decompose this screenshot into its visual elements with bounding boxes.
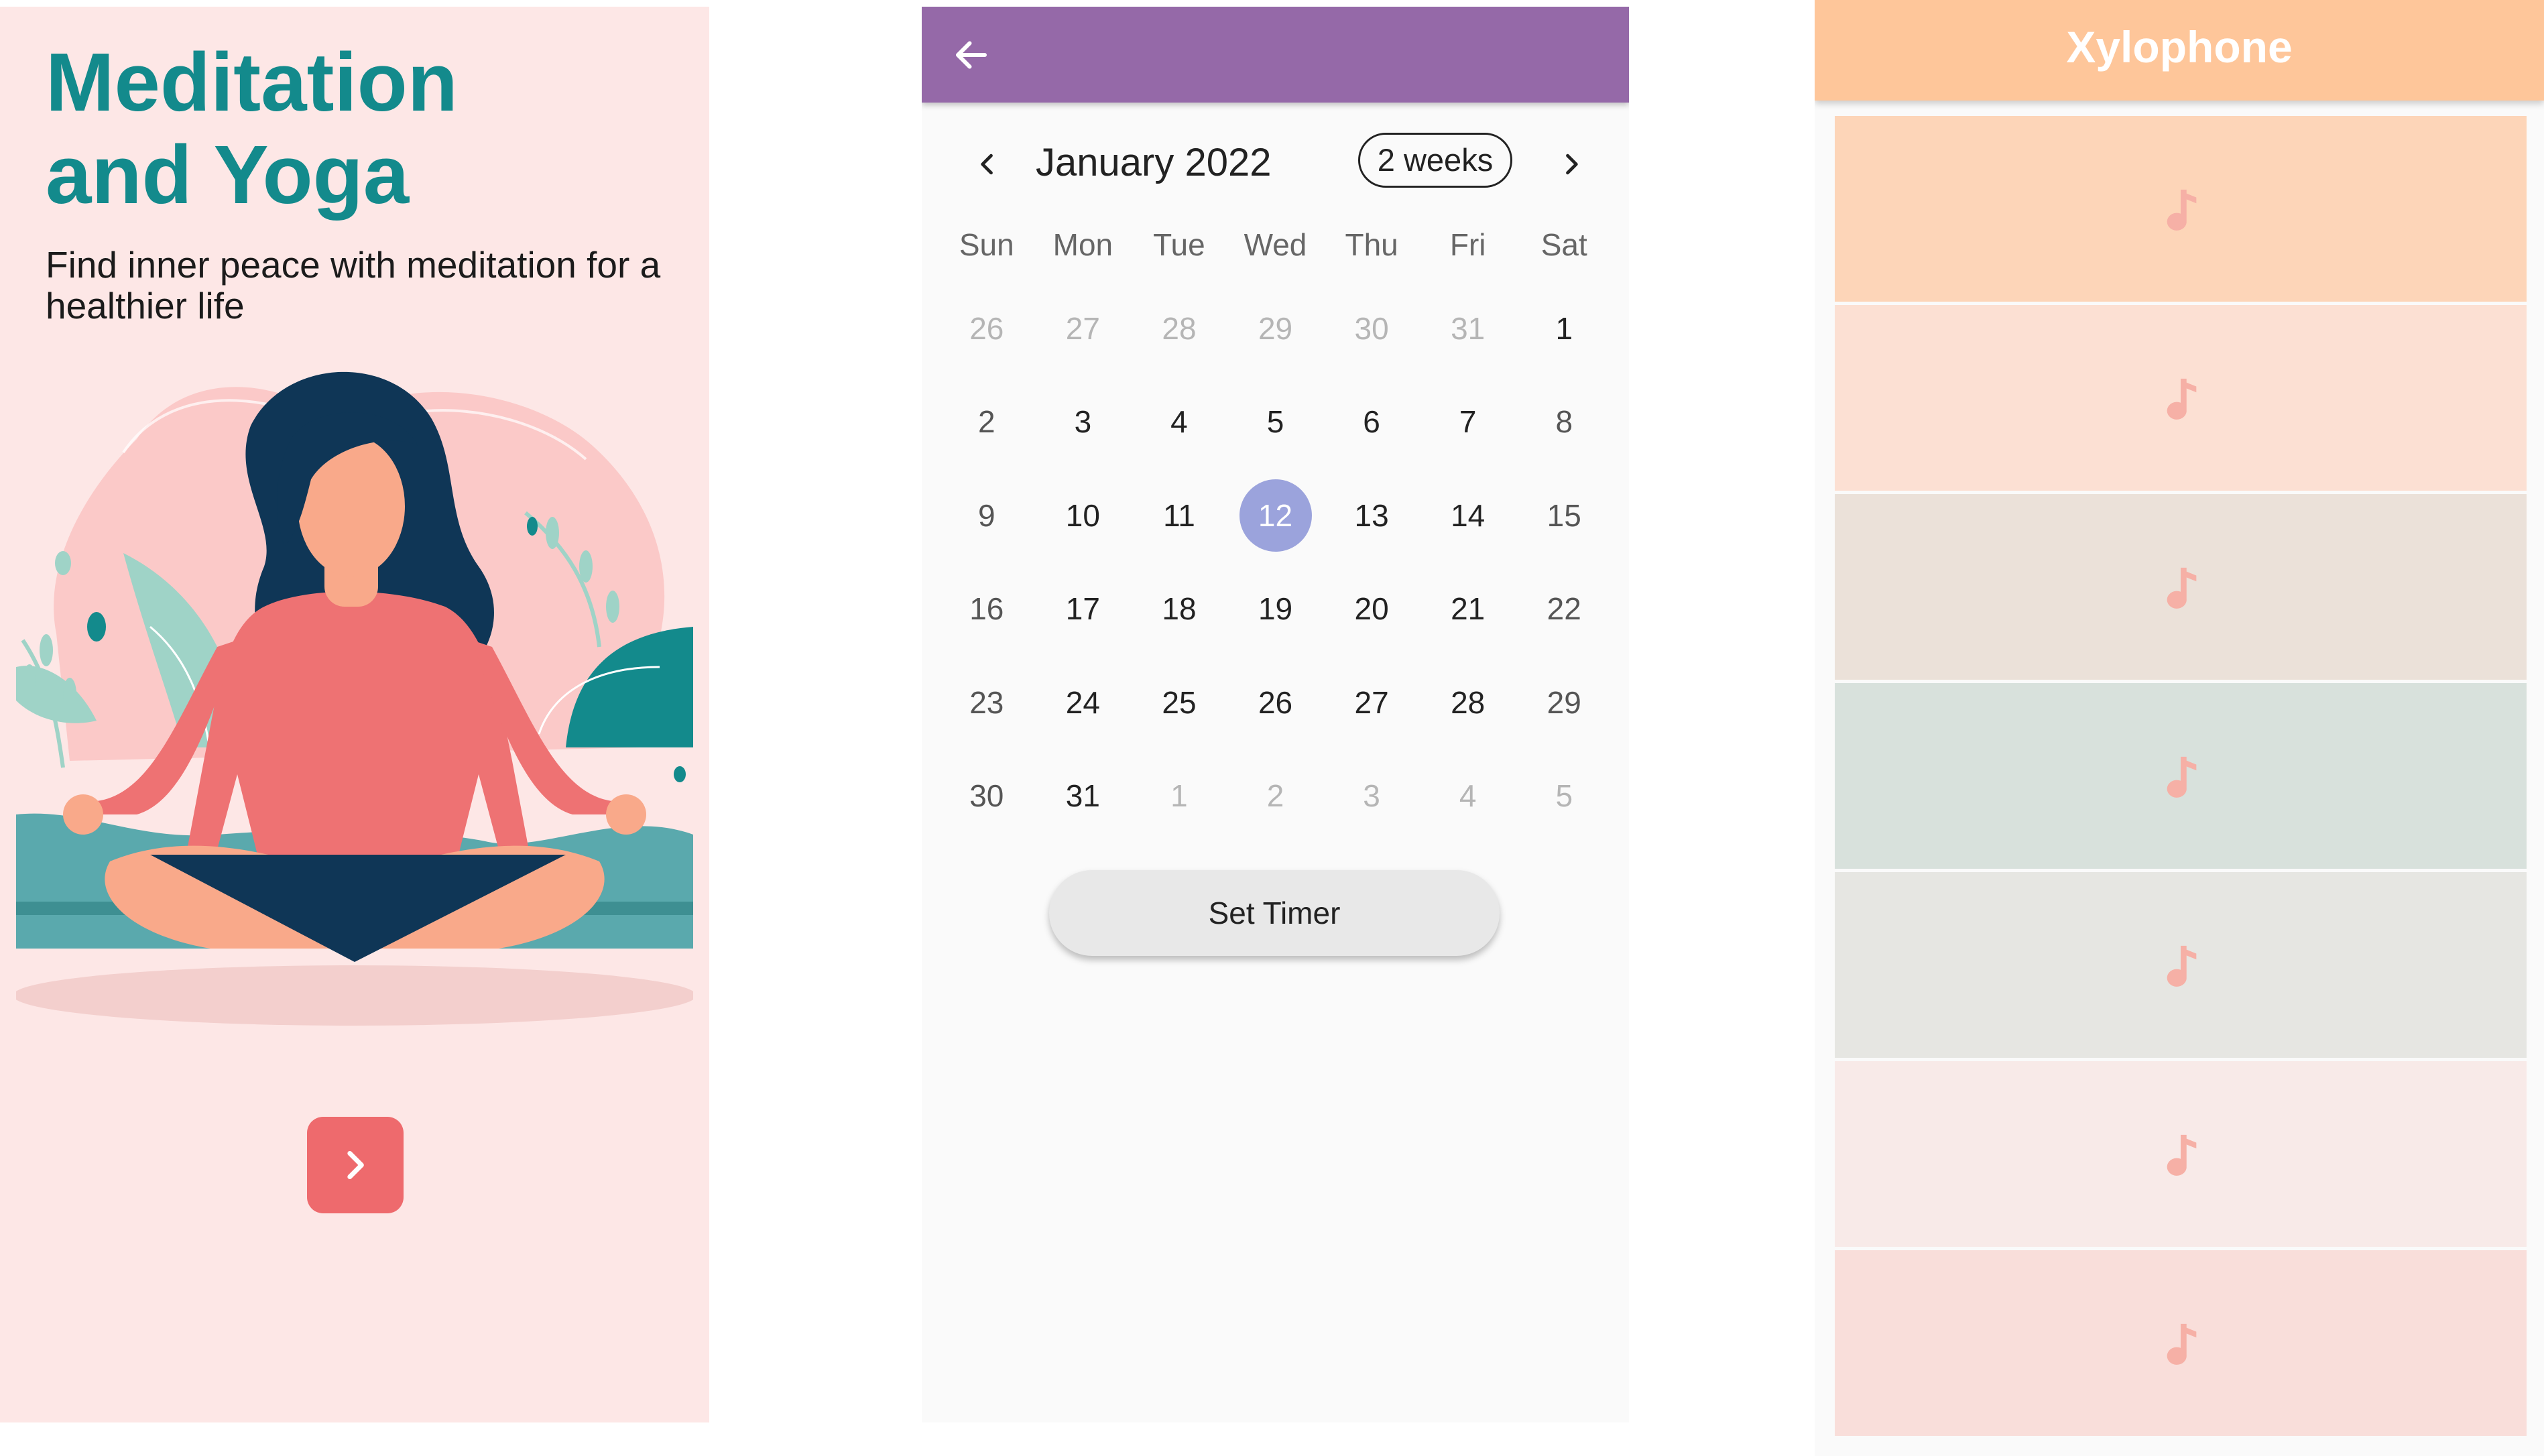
day-cell[interactable]: 28 [1131, 282, 1227, 375]
day-cell[interactable]: 3 [1323, 749, 1420, 843]
day-cell[interactable]: 7 [1420, 375, 1516, 469]
music-note-icon [2167, 1323, 2197, 1365]
day-cell[interactable]: 2 [938, 375, 1035, 469]
day-cell[interactable]: 21 [1420, 562, 1516, 656]
calendar-week-row: 16 17 18 19 20 21 22 [922, 562, 1629, 656]
day-cell[interactable]: 27 [1323, 656, 1420, 749]
title-line-2: and Yoga [46, 129, 410, 221]
day-cell[interactable]: 4 [1131, 375, 1227, 469]
month-label: January 2022 [1036, 141, 1272, 184]
day-cell[interactable]: 5 [1227, 375, 1324, 469]
day-cell[interactable]: 29 [1227, 282, 1324, 375]
xylophone-key-2[interactable] [1835, 305, 2527, 491]
day-cell[interactable]: 10 [1035, 469, 1132, 562]
chevron-right-icon [347, 1151, 364, 1179]
day-cell[interactable]: 16 [938, 562, 1035, 656]
chevron-left-icon[interactable] [973, 144, 1002, 184]
day-cell[interactable]: 22 [1516, 562, 1612, 656]
weekday-header-row: Sun Mon Tue Wed Thu Fri Sat [922, 208, 1629, 282]
day-cell[interactable]: 18 [1131, 562, 1227, 656]
weekday-label: Sat [1540, 227, 1587, 262]
day-cell[interactable]: 31 [1420, 282, 1516, 375]
page-title: Meditation and Yoga [46, 37, 458, 222]
day-cell[interactable]: 2 [1227, 749, 1324, 843]
music-note-icon [2167, 189, 2197, 231]
next-button[interactable] [307, 1117, 404, 1213]
app-bar: Xylophone [1815, 0, 2544, 101]
music-note-icon [2167, 567, 2197, 609]
page-subtitle: Find inner peace with meditation for a h… [46, 244, 661, 326]
xylophone-key-1[interactable] [1835, 116, 2527, 302]
calendar-screen: January 2022 2 weeks Sun Mon Tue Wed Thu… [922, 7, 1629, 1422]
calendar-week-row: 30 31 1 2 3 4 5 [922, 749, 1629, 843]
weekday-label: Tue [1153, 227, 1205, 262]
day-cell[interactable]: 3 [1035, 375, 1132, 469]
day-cell[interactable]: 24 [1035, 656, 1132, 749]
day-cell[interactable]: 31 [1035, 749, 1132, 843]
music-note-icon [2167, 945, 2197, 987]
calendar-week-row: 2 3 4 5 6 7 8 [922, 375, 1629, 469]
day-cell[interactable]: 5 [1516, 749, 1612, 843]
app-bar [922, 7, 1629, 103]
day-cell[interactable]: 26 [1227, 656, 1324, 749]
selected-day-cell[interactable]: 12 [1227, 469, 1324, 562]
day-cell[interactable]: 6 [1323, 375, 1420, 469]
weekday-label: Wed [1244, 227, 1307, 262]
day-cell[interactable]: 27 [1035, 282, 1132, 375]
day-cell[interactable]: 20 [1323, 562, 1420, 656]
day-cell[interactable]: 14 [1420, 469, 1516, 562]
calendar-week-row: 23 24 25 26 27 28 29 [922, 656, 1629, 749]
meditation-illustration [16, 371, 693, 1026]
calendar-week-row: 26 27 28 29 30 31 1 [922, 282, 1629, 375]
day-cell[interactable]: 23 [938, 656, 1035, 749]
day-cell[interactable]: 1 [1516, 282, 1612, 375]
xylophone-key-6[interactable] [1835, 1061, 2527, 1247]
set-timer-button[interactable]: Set Timer [1049, 870, 1500, 956]
day-cell[interactable]: 17 [1035, 562, 1132, 656]
calendar-grid: Sun Mon Tue Wed Thu Fri Sat 26 27 28 29 … [922, 208, 1629, 843]
day-cell[interactable]: 4 [1420, 749, 1516, 843]
day-cell[interactable]: 15 [1516, 469, 1612, 562]
weekday-label: Sun [959, 227, 1014, 262]
xylophone-key-4[interactable] [1835, 683, 2527, 869]
day-cell[interactable]: 29 [1516, 656, 1612, 749]
xylophone-key-7[interactable] [1835, 1250, 2527, 1436]
day-cell[interactable]: 28 [1420, 656, 1516, 749]
title-line-1: Meditation [46, 37, 458, 129]
day-cell[interactable]: 9 [938, 469, 1035, 562]
day-cell[interactable]: 13 [1323, 469, 1420, 562]
day-cell[interactable]: 25 [1131, 656, 1227, 749]
xylophone-key-5[interactable] [1835, 872, 2527, 1058]
app-title: Xylophone [2066, 22, 2293, 72]
day-cell[interactable]: 19 [1227, 562, 1324, 656]
day-cell[interactable]: 30 [1323, 282, 1420, 375]
day-cell[interactable]: 8 [1516, 375, 1612, 469]
format-toggle-button[interactable]: 2 weeks [1358, 133, 1512, 188]
meditation-screen: Meditation and Yoga Find inner peace wit… [0, 7, 709, 1422]
day-cell[interactable]: 30 [938, 749, 1035, 843]
weekday-label: Fri [1449, 227, 1486, 262]
music-note-icon [2167, 378, 2197, 420]
calendar-week-row: 9 10 11 12 13 14 15 [922, 469, 1629, 562]
music-note-icon [2167, 1134, 2197, 1176]
weekday-label: Thu [1345, 227, 1398, 262]
day-cell[interactable]: 1 [1131, 749, 1227, 843]
xylophone-key-3[interactable] [1835, 494, 2527, 680]
xylophone-screen: Xylophone [1815, 0, 2544, 1456]
day-cell[interactable]: 11 [1131, 469, 1227, 562]
weekday-label: Mon [1052, 227, 1113, 262]
arrow-left-icon[interactable] [951, 35, 991, 75]
selected-day-label: 12 [1239, 479, 1312, 552]
music-note-icon [2167, 756, 2197, 798]
chevron-right-icon[interactable] [1557, 144, 1586, 184]
day-cell[interactable]: 26 [938, 282, 1035, 375]
